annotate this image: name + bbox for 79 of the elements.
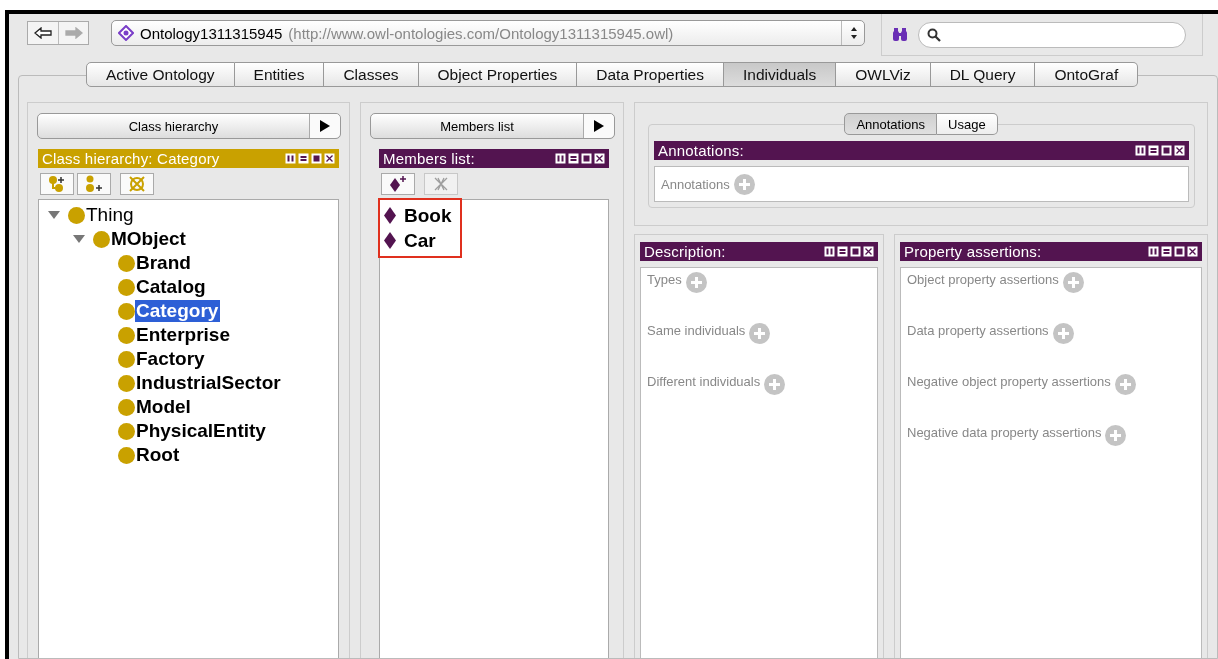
member-item[interactable]: Book bbox=[404, 204, 452, 227]
view-controls-icon[interactable] bbox=[285, 153, 335, 164]
tab[interactable]: Data Properties bbox=[577, 62, 724, 87]
ontology-selector[interactable]: Ontology1311315945 (http://www.owl-ontologies.com/Ontology1311315945.owl) bbox=[111, 20, 865, 46]
class-icon bbox=[118, 302, 135, 320]
tab[interactable]: Classes bbox=[324, 62, 419, 87]
individual-icon bbox=[384, 207, 396, 224]
add-subclass-icon bbox=[48, 175, 66, 193]
tree-item[interactable]: Category bbox=[135, 300, 221, 322]
tree-item[interactable]: Factory bbox=[135, 348, 207, 370]
stepper-icon bbox=[850, 26, 858, 40]
tree-item[interactable]: Thing bbox=[85, 204, 136, 226]
view-controls-icon[interactable] bbox=[1135, 145, 1185, 156]
add-sibling-button[interactable] bbox=[77, 173, 111, 195]
tab[interactable]: OWLViz bbox=[836, 62, 931, 87]
class-icon bbox=[118, 254, 135, 272]
member-item[interactable]: Car bbox=[404, 229, 436, 252]
section-label: Data property assertions bbox=[907, 323, 1049, 338]
section-label: Negative data property assertions bbox=[907, 425, 1102, 440]
view-title: Class hierarchy: Category bbox=[42, 150, 220, 167]
back-arrow-icon bbox=[34, 27, 52, 39]
class-icon bbox=[93, 230, 110, 248]
tree-item[interactable]: Enterprise bbox=[135, 324, 232, 346]
expanded-triangle-icon[interactable] bbox=[47, 210, 61, 220]
section-label: Types bbox=[647, 272, 682, 287]
binoculars-icon[interactable] bbox=[892, 27, 908, 42]
tab[interactable]: Active Ontology bbox=[86, 62, 235, 87]
tab[interactable]: OntoGraf bbox=[1035, 62, 1139, 87]
section-label: Negative object property assertions bbox=[907, 374, 1111, 389]
delete-class-icon bbox=[128, 175, 146, 193]
class-icon bbox=[118, 374, 135, 392]
add-individual-icon bbox=[388, 175, 408, 193]
tab[interactable]: Annotations bbox=[844, 113, 938, 135]
tree-item[interactable]: Brand bbox=[135, 252, 193, 274]
view-title: Property assertions: bbox=[904, 243, 1042, 260]
add-subclass-button[interactable] bbox=[40, 173, 74, 195]
view-selector[interactable]: Members list bbox=[370, 113, 615, 139]
play-icon bbox=[320, 120, 330, 132]
delete-individual-button[interactable] bbox=[424, 173, 458, 195]
section-label: Object property assertions bbox=[907, 272, 1059, 287]
view-controls-icon[interactable] bbox=[824, 246, 874, 257]
section-label: Annotations bbox=[661, 176, 730, 192]
search-icon bbox=[927, 27, 941, 42]
tree-item[interactable]: Catalog bbox=[135, 276, 208, 298]
play-icon bbox=[594, 120, 604, 132]
class-icon bbox=[118, 422, 135, 440]
delete-class-button[interactable] bbox=[120, 173, 154, 195]
tree-item[interactable]: IndustrialSector bbox=[135, 372, 283, 394]
section-label: Same individuals bbox=[647, 323, 746, 338]
tree-item[interactable]: MObject bbox=[110, 228, 188, 250]
class-icon bbox=[68, 206, 85, 224]
tree-item[interactable]: Root bbox=[135, 444, 182, 466]
class-icon bbox=[118, 326, 135, 344]
add-individual-button[interactable] bbox=[381, 173, 415, 195]
class-icon bbox=[118, 278, 135, 296]
tab[interactable]: Entities bbox=[234, 62, 325, 87]
class-icon bbox=[118, 350, 135, 368]
add-sibling-icon bbox=[85, 175, 103, 193]
tree-item[interactable]: PhysicalEntity bbox=[135, 420, 268, 442]
tab[interactable]: Usage bbox=[937, 113, 998, 135]
ontology-icon bbox=[118, 25, 134, 41]
individual-icon bbox=[384, 232, 396, 249]
class-icon bbox=[118, 446, 135, 464]
delete-individual-icon bbox=[432, 175, 450, 193]
tab[interactable]: Individuals bbox=[724, 62, 837, 87]
section-label: Different individuals bbox=[647, 374, 761, 389]
view-title: Annotations: bbox=[658, 142, 744, 159]
expanded-triangle-icon[interactable] bbox=[72, 234, 86, 244]
view-title: Members list: bbox=[383, 150, 475, 167]
search-field[interactable] bbox=[918, 21, 1186, 48]
view-controls-icon[interactable] bbox=[1148, 246, 1198, 257]
tab[interactable]: DL Query bbox=[930, 62, 1036, 87]
view-selector[interactable]: Class hierarchy bbox=[37, 113, 341, 139]
view-title: Description: bbox=[644, 243, 726, 260]
view-controls-icon[interactable] bbox=[555, 153, 605, 164]
tree-item[interactable]: Model bbox=[135, 396, 193, 418]
tab[interactable]: Object Properties bbox=[418, 62, 578, 87]
class-icon bbox=[118, 398, 135, 416]
forward-arrow-icon bbox=[64, 27, 83, 39]
